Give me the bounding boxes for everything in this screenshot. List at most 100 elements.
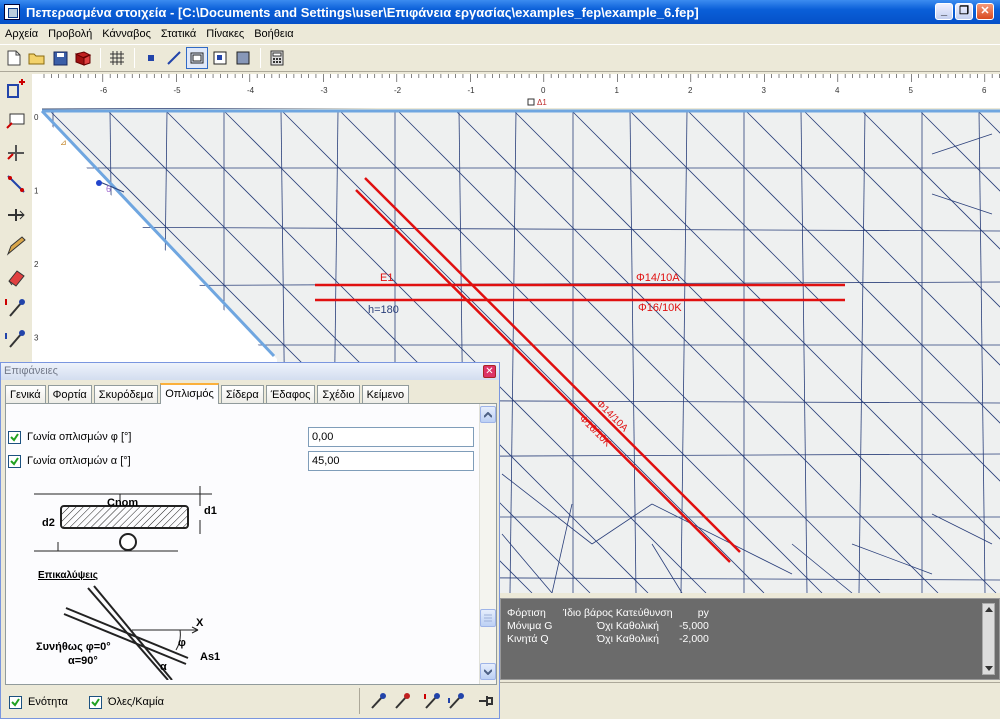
cnom-label: Cnom (107, 497, 138, 509)
open-folder-icon[interactable] (26, 47, 48, 69)
unity-checkbox[interactable] (9, 695, 22, 709)
ruler-top-label: 2 (688, 86, 693, 95)
tab-loads[interactable]: Φορτία (47, 385, 92, 404)
dialog-title: Επιφάνειες (4, 365, 58, 377)
toolbar-separator (134, 48, 135, 68)
tab-steel[interactable]: Σίδερα (220, 385, 264, 404)
toolbar-separator (100, 48, 101, 68)
console-scrollbar[interactable] (982, 603, 995, 675)
tab-panel-reinforcement: Γωνία οπλισμών φ [°] 0,00 Γωνία οπλισμών… (5, 403, 497, 685)
coverings-label: Επικαλύψεις (38, 570, 98, 581)
ruler-top-label: -4 (247, 86, 255, 95)
tab-reinforcement[interactable]: Οπλισμός (160, 383, 219, 404)
new-file-icon[interactable] (3, 47, 25, 69)
restore-button[interactable]: ❐ (955, 3, 973, 20)
console-scroll-up-icon[interactable] (984, 607, 993, 612)
ruler-top-label: 4 (835, 86, 840, 95)
console-cell: Μόνιμα G (507, 620, 553, 632)
add-node-icon[interactable] (2, 77, 30, 105)
angle-alpha-checkbox[interactable] (8, 454, 21, 468)
menu-tables[interactable]: Πίνακες (201, 28, 249, 40)
fill-tool-icon[interactable] (232, 47, 254, 69)
dialog-vertical-scrollbar[interactable] (479, 404, 496, 684)
field-angle-alpha: Γωνία οπλισμών α [°] (8, 452, 131, 470)
ruler-left-label: 0 (34, 113, 39, 122)
app-window: Πεπερασμένα στοιχεία - [C:\Documents and… (0, 0, 1000, 719)
unity-label: Ενότητα (28, 696, 68, 708)
grid-icon[interactable] (106, 47, 128, 69)
pin-icon[interactable] (475, 690, 497, 712)
probe-tool-2-icon[interactable] (2, 325, 30, 353)
scroll-down-button[interactable] (480, 663, 496, 680)
title-bar[interactable]: Πεπερασμένα στοιχεία - [C:\Documents and… (0, 0, 1000, 24)
pick-all-2-icon[interactable] (445, 690, 467, 712)
menu-grid[interactable]: Κάνναβος (97, 28, 156, 40)
close-button[interactable]: ✕ (976, 3, 994, 20)
ruler-top-label: -2 (394, 86, 402, 95)
angle-alpha-input[interactable]: 45,00 (308, 451, 474, 471)
node-marker[interactable] (96, 180, 102, 186)
probe-tool-icon[interactable] (2, 294, 30, 322)
pick-tool-icon[interactable] (367, 690, 389, 712)
pencil-icon[interactable] (2, 232, 30, 260)
x-axis-label: X (196, 617, 204, 629)
console-cell: Όχι (597, 633, 613, 645)
window-tool-icon[interactable] (209, 47, 231, 69)
angle-alpha-label: Γωνία οπλισμών α [°] (27, 455, 131, 467)
all-none-checkbox[interactable] (89, 695, 102, 709)
alpha-label: α (160, 661, 167, 673)
ruler-top-label: 5 (909, 86, 914, 95)
all-none-option: Όλες/Καμία (89, 693, 164, 711)
console-scroll-down-icon[interactable] (985, 666, 993, 671)
book-icon[interactable] (72, 47, 94, 69)
usual-alpha-label: α=90° (68, 655, 98, 667)
scroll-up-button[interactable] (480, 406, 496, 423)
usual-phi-label: Συνήθως φ=0° (36, 641, 111, 653)
menu-view[interactable]: Προβολή (43, 28, 97, 40)
toolbar (0, 44, 1000, 72)
tab-concrete[interactable]: Σκυρόδεμα (93, 385, 159, 404)
bottom-separator (359, 688, 360, 714)
menu-static[interactable]: Στατικά (156, 28, 201, 40)
ruler-left-label: 3 (34, 334, 39, 343)
dialog-close-button[interactable]: ✕ (483, 365, 496, 378)
dialog-title-bar[interactable]: Επιφάνειες ✕ (1, 363, 499, 380)
minimize-button[interactable]: _ (935, 3, 953, 20)
menu-help[interactable]: Βοήθεια (249, 28, 298, 40)
ruler-top-label: -6 (100, 86, 108, 95)
tab-drawing[interactable]: Σχέδιο (317, 385, 360, 404)
origin-label: Δ1 (537, 98, 547, 107)
unity-option: Ενότητα (9, 693, 68, 711)
ruler-left-label: 1 (34, 187, 39, 196)
console-row: Φόρτιση Ίδιο βάρος Κατεύθυνση py (507, 607, 999, 620)
pick-tool-2-icon[interactable] (391, 690, 413, 712)
d2-label: d2 (42, 517, 55, 529)
console-cell: -5,000 (679, 620, 709, 632)
dimension-icon[interactable] (2, 170, 30, 198)
support-icon[interactable] (2, 108, 30, 136)
tab-soil[interactable]: Έδαφος (265, 385, 316, 404)
tab-general[interactable]: Γενικά (5, 385, 46, 404)
eraser-icon[interactable] (2, 263, 30, 291)
surfaces-dialog: Επιφάνειες ✕ Γενικά Φορτία Σκυρόδεμα Οπλ… (0, 362, 500, 719)
save-icon[interactable] (49, 47, 71, 69)
console-cell: Καθολική (615, 633, 660, 645)
node-label: 6 (106, 184, 111, 194)
tab-text[interactable]: Κείμενο (361, 385, 410, 404)
node-tool-icon[interactable] (140, 47, 162, 69)
line-tool-icon[interactable] (163, 47, 185, 69)
window-title: Πεπερασμένα στοιχεία - [C:\Documents and… (26, 4, 699, 20)
calculator-icon[interactable] (266, 47, 288, 69)
support-marker: ⊿ (60, 138, 67, 147)
angle-phi-label: Γωνία οπλισμών φ [°] (27, 431, 132, 443)
load-arrow-icon[interactable] (2, 201, 30, 229)
angle-phi-input[interactable]: 0,00 (308, 427, 474, 447)
pick-all-icon[interactable] (421, 690, 443, 712)
menu-bar: Αρχεία Προβολή Κάνναβος Στατικά Πίνακες … (0, 24, 1000, 43)
angle-phi-checkbox[interactable] (8, 430, 21, 444)
menu-file[interactable]: Αρχεία (0, 28, 43, 40)
beam-icon[interactable] (2, 139, 30, 167)
scroll-thumb[interactable] (480, 609, 496, 627)
ruler-top-label: -5 (174, 86, 182, 95)
surface-tool-icon[interactable] (186, 47, 208, 69)
